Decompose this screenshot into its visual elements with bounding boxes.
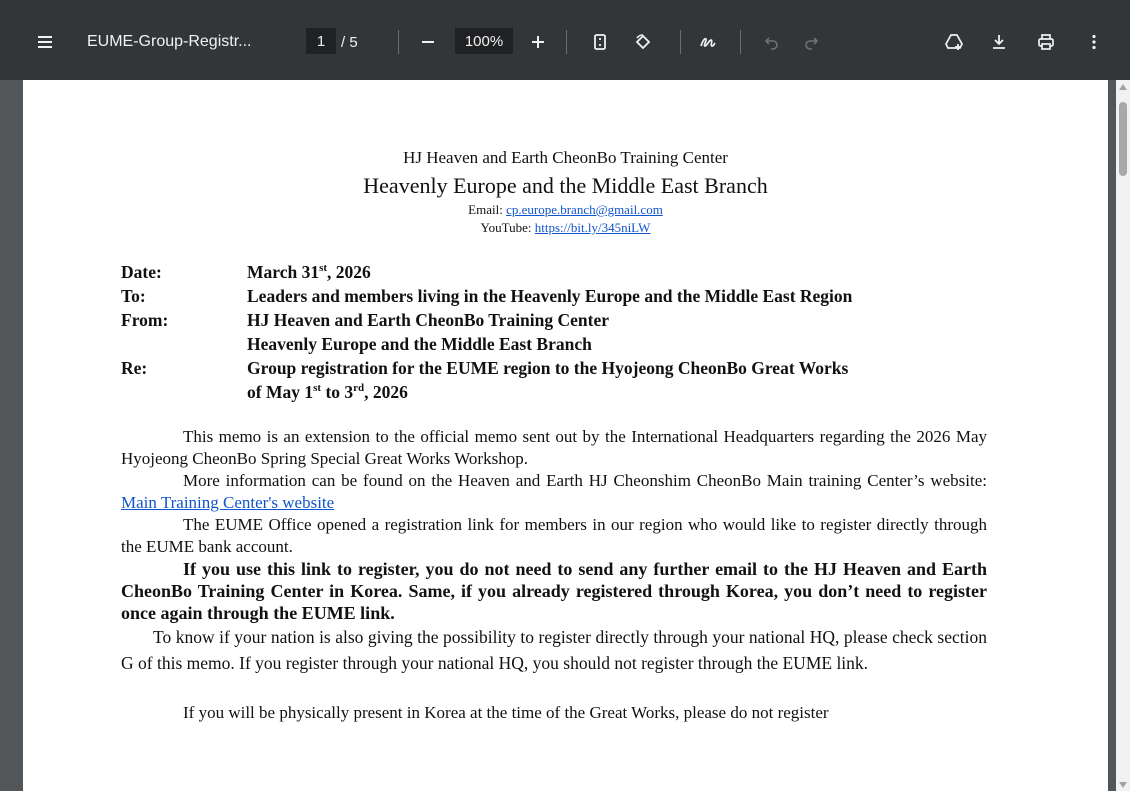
zoom-level-input[interactable]: 100%: [455, 28, 513, 54]
plus-icon: [532, 36, 544, 48]
scroll-up-arrow[interactable]: [1119, 84, 1127, 90]
redo-button[interactable]: [797, 28, 825, 56]
re-value-line1: Group registration for the EUME region t…: [247, 358, 849, 378]
pdf-toolbar: EUME-Group-Registr... 1 / 5 100%: [0, 0, 1130, 80]
from-value-line2: Heavenly Europe and the Middle East Bran…: [247, 334, 592, 354]
header-youtube: YouTube: https://bit.ly/345niLW: [23, 220, 1108, 236]
youtube-label: YouTube:: [480, 220, 535, 235]
toolbar-divider: [398, 30, 399, 54]
toolbar-divider: [566, 30, 567, 54]
youtube-link[interactable]: https://bit.ly/345niLW: [535, 220, 651, 235]
from-value-line1: HJ Heaven and Earth CheonBo Training Cen…: [247, 310, 610, 330]
memo-body: This memo is an extension to the officia…: [121, 426, 987, 724]
print-button[interactable]: [1032, 28, 1060, 56]
header-branch-name: Heavenly Europe and the Middle East Bran…: [363, 173, 768, 198]
fit-page-icon: [594, 34, 606, 50]
document-title: EUME-Group-Registr...: [87, 33, 252, 50]
draw-button[interactable]: [694, 28, 722, 56]
paragraph-national-hq: To know if your nation is also giving th…: [121, 627, 987, 673]
vertical-scrollbar[interactable]: [1116, 80, 1130, 791]
paragraph-registration-link: The EUME Office opened a registration li…: [121, 515, 987, 556]
toolbar-divider: [680, 30, 681, 54]
email-link[interactable]: cp.europe.branch@gmail.com: [506, 202, 663, 217]
page-number-input[interactable]: 1: [306, 28, 336, 54]
zoom-out-button[interactable]: [414, 28, 442, 56]
drive-add-icon: [945, 34, 963, 50]
printer-icon: [1038, 34, 1054, 50]
page-total: / 5: [341, 33, 358, 51]
more-options-button[interactable]: [1080, 28, 1108, 56]
paragraph-partial: If you will be physically present in Kor…: [183, 703, 829, 722]
scroll-thumb[interactable]: [1119, 102, 1127, 176]
menu-icon[interactable]: [31, 28, 59, 56]
to-value: Leaders and members living in the Heaven…: [247, 286, 853, 306]
date-value: March 31st, 2026: [247, 262, 371, 282]
toolbar-divider: [740, 30, 741, 54]
paragraph-bold-notice: If you use this link to register, you do…: [121, 559, 987, 623]
minus-icon: [422, 41, 434, 43]
from-label: From:: [121, 310, 169, 330]
paragraph-intro: This memo is an extension to the officia…: [121, 427, 987, 468]
date-label: Date:: [121, 262, 162, 282]
main-training-center-link[interactable]: Main Training Center's website: [121, 493, 334, 512]
header-email: Email: cp.europe.branch@gmail.com: [23, 202, 1108, 218]
fit-to-page-button[interactable]: [586, 28, 614, 56]
re-label: Re:: [121, 358, 148, 378]
rotate-icon: [635, 34, 651, 50]
scroll-down-arrow[interactable]: [1119, 782, 1127, 788]
undo-icon: [764, 37, 778, 50]
to-label: To:: [121, 286, 146, 306]
email-label: Email:: [468, 202, 507, 217]
more-vert-icon: [1092, 34, 1096, 50]
header-center-name: HJ Heaven and Earth CheonBo Training Cen…: [403, 148, 728, 167]
re-value-line2: of May 1st to 3rd, 2026: [247, 382, 408, 402]
download-button[interactable]: [985, 28, 1013, 56]
rotate-button[interactable]: [629, 28, 657, 56]
paragraph-more-info: More information can be found on the Hea…: [121, 471, 987, 512]
download-icon: [993, 35, 1005, 49]
save-to-drive-button[interactable]: [940, 28, 968, 56]
redo-icon: [805, 37, 819, 50]
zoom-in-button[interactable]: [524, 28, 552, 56]
pdf-page: HJ Heaven and Earth CheonBo Training Cen…: [23, 80, 1108, 791]
undo-button[interactable]: [758, 28, 786, 56]
pen-draw-icon: [700, 37, 716, 47]
